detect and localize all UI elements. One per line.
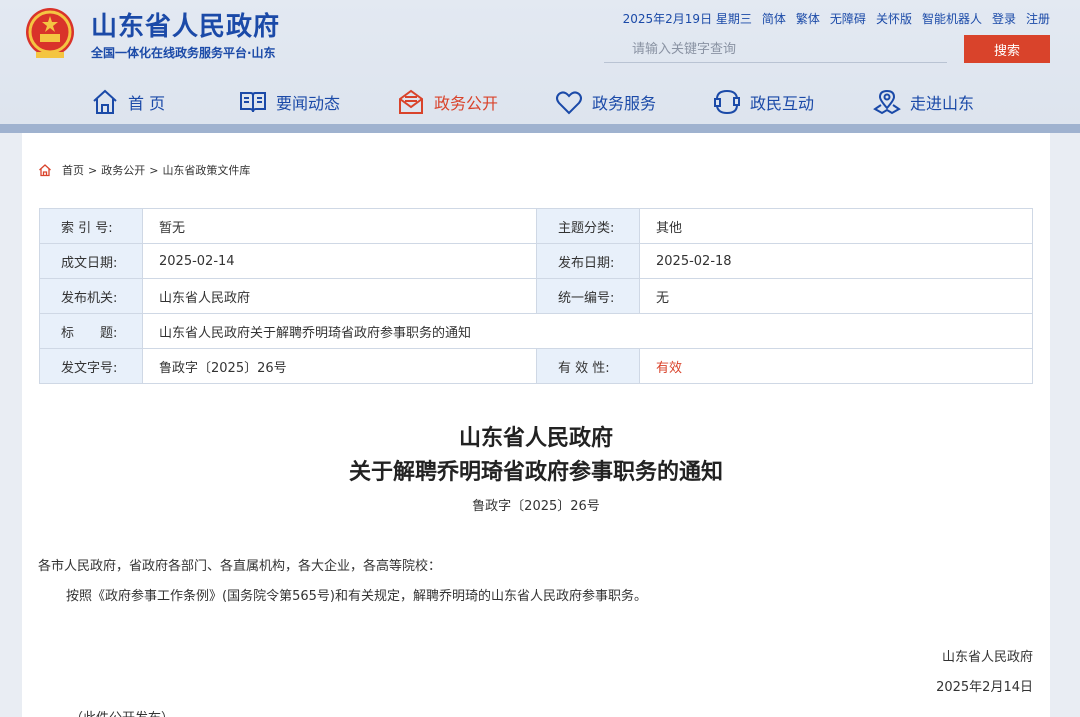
meta-value: 无: [639, 278, 1033, 314]
mail-icon: [399, 89, 423, 114]
meta-value: 2025-02-18: [639, 243, 1033, 279]
link-login[interactable]: 登录: [992, 10, 1016, 27]
table-row: 成文日期: 2025-02-14 发布日期: 2025-02-18: [39, 243, 1033, 279]
header-divider: [0, 124, 1080, 133]
map-pin-icon: [873, 89, 901, 115]
nav-gov-affairs[interactable]: 政务公开: [396, 86, 498, 118]
nav-about-shandong-label: 走进山东: [910, 94, 975, 113]
interaction-icon: [714, 89, 740, 115]
home-icon: [93, 89, 117, 114]
meta-value: 2025-02-14: [142, 243, 537, 279]
document-date: 2025年2月14日: [936, 680, 1033, 695]
search-button[interactable]: 搜索: [964, 35, 1050, 63]
site-title[interactable]: 山东省人民政府: [91, 6, 280, 43]
meta-label: 主题分类:: [536, 208, 640, 244]
national-emblem-icon[interactable]: [24, 6, 76, 62]
link-accessibility[interactable]: 无障碍: [830, 10, 866, 27]
meta-label: 成文日期:: [39, 243, 143, 279]
meta-value: 暂无: [142, 208, 537, 244]
meta-label: 发布机关:: [39, 278, 143, 314]
site-header: 山东省人民政府 全国一体化在线政务服务平台·山东 2025年2月19日 星期三 …: [0, 0, 1080, 126]
link-register[interactable]: 注册: [1026, 10, 1050, 27]
link-simplified[interactable]: 简体: [762, 10, 786, 27]
table-row: 发布机关: 山东省人民政府 统一编号: 无: [39, 278, 1033, 314]
document-recipients: 各市人民政府，省政府各部门、各直属机构，各大企业，各高等院校：: [38, 559, 442, 574]
breadcrumb: 首页 > 政务公开 > 山东省政策文件库: [38, 162, 250, 178]
nav-about-shandong[interactable]: 走进山东: [872, 86, 974, 118]
nav-home[interactable]: 首 页: [90, 86, 165, 118]
meta-label: 发布日期:: [536, 243, 640, 279]
meta-value: 鲁政字〔2025〕26号: [142, 348, 537, 384]
meta-label: 有 效 性:: [536, 348, 640, 384]
nav-news[interactable]: 要闻动态: [238, 86, 340, 118]
home-icon: [39, 164, 51, 177]
breadcrumb-home[interactable]: 首页: [62, 162, 84, 178]
document-title-line2: 关于解聘乔明琦省政府参事职务的通知: [348, 460, 723, 485]
nav-gov-affairs-label: 政务公开: [434, 94, 499, 113]
main-content: 首页 > 政务公开 > 山东省政策文件库 索 引 号: 暂无 主题分类: 其他 …: [22, 133, 1050, 717]
nav-gov-services-label: 政务服务: [592, 94, 657, 113]
breadcrumb-separator: >: [88, 163, 98, 177]
nav-gov-services[interactable]: 政务服务: [554, 86, 656, 118]
link-care-mode[interactable]: 关怀版: [876, 10, 912, 27]
validity-status: 有效: [639, 348, 1033, 384]
site-subtitle: 全国一体化在线政务服务平台·山东: [91, 46, 276, 60]
document-number: 鲁政字〔2025〕26号: [472, 499, 600, 514]
nav-news-label: 要闻动态: [276, 94, 341, 113]
search-input[interactable]: [604, 37, 947, 63]
meta-value: 山东省人民政府关于解聘乔明琦省政府参事职务的通知: [142, 313, 1033, 349]
main-nav: 首 页 要闻动态 政务公开 政务服务 政民互动 走进山东: [0, 78, 1080, 126]
table-row: 索 引 号: 暂无 主题分类: 其他: [39, 208, 1033, 244]
breadcrumb-gov-affairs[interactable]: 政务公开: [101, 162, 145, 178]
meta-label: 索 引 号:: [39, 208, 143, 244]
document-body: 按照《政府参事工作条例》(国务院令第565号)和有关规定，解聘乔明琦的山东省人民…: [66, 589, 647, 604]
nav-interaction[interactable]: 政民互动: [712, 86, 814, 118]
meta-label: 标 题:: [39, 313, 143, 349]
document-metadata-table: 索 引 号: 暂无 主题分类: 其他 成文日期: 2025-02-14 发布日期…: [39, 208, 1033, 384]
document-signature: 山东省人民政府: [941, 650, 1033, 665]
meta-label: 发文字号:: [39, 348, 143, 384]
nav-interaction-label: 政民互动: [750, 94, 815, 113]
breadcrumb-policy-library[interactable]: 山东省政策文件库: [162, 162, 250, 178]
document-title-line1: 山东省人民政府: [458, 426, 613, 451]
link-traditional[interactable]: 繁体: [796, 10, 820, 27]
book-icon: [240, 92, 266, 113]
meta-value: 其他: [639, 208, 1033, 244]
table-row: 发文字号: 鲁政字〔2025〕26号 有 效 性: 有效: [39, 348, 1033, 384]
meta-value: 山东省人民政府: [142, 278, 537, 314]
link-robot[interactable]: 智能机器人: [922, 10, 982, 27]
top-links: 2025年2月19日 星期三 简体 繁体 无障碍 关怀版 智能机器人 登录 注册: [623, 10, 1050, 27]
breadcrumb-separator: >: [149, 163, 159, 177]
table-row: 标 题: 山东省人民政府关于解聘乔明琦省政府参事职务的通知: [39, 313, 1033, 349]
publication-note: （此件公开发布）: [70, 707, 174, 717]
nav-home-label: 首 页: [128, 94, 166, 113]
heart-icon: [556, 91, 582, 115]
meta-label: 统一编号:: [536, 278, 640, 314]
current-date: 2025年2月19日 星期三: [622, 12, 752, 26]
